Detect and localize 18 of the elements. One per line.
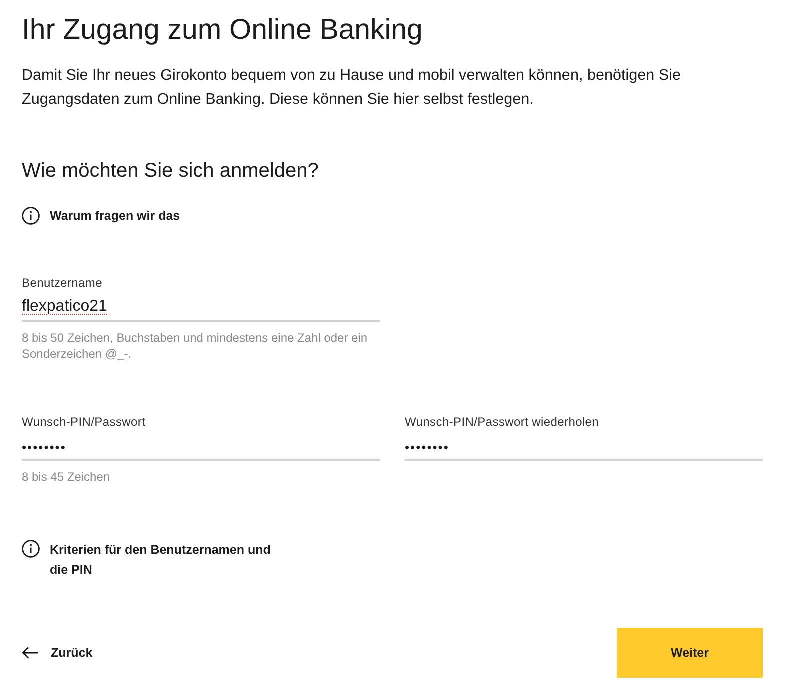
arrow-left-icon — [22, 647, 39, 659]
field-label: Wunsch-PIN/Passwort — [22, 414, 147, 430]
intro-text: Damit Sie Ihr neues Girokonto bequem von zu Hause und mobil verwalten können, benötigen Sie Zugangsdaten zum Online Banking. Diese können Sie hier selbst festlegen. — [22, 66, 682, 110]
back-link[interactable]: Zurück — [22, 644, 93, 662]
next-button[interactable]: Weiter — [617, 628, 763, 678]
password-field[interactable]: •••••••• — [22, 432, 380, 461]
criteria-link[interactable]: Kriterien für den Benutzernamen und die PIN — [22, 540, 272, 580]
field-hint: 8 bis 45 Zeichen — [22, 469, 112, 485]
field-label: Wunsch-PIN/Passwort wiederholen — [405, 414, 600, 430]
info-icon — [22, 540, 40, 558]
field-hint: 8 bis 50 Zeichen, Buchstaben und mindestens eine Zahl oder ein Sonderzeichen @_-. — [22, 330, 369, 362]
page-title: Ihr Zugang zum Online Banking — [22, 14, 424, 46]
password-field[interactable]: •••••••• — [405, 432, 763, 461]
text-field[interactable]: flexpatico21 — [22, 293, 380, 322]
section-heading: Wie möchten Sie sich anmelden? — [22, 159, 320, 184]
field-label: Benutzername — [22, 275, 104, 291]
info-icon — [22, 207, 40, 225]
info-link[interactable]: Warum fragen wir das — [22, 206, 180, 226]
